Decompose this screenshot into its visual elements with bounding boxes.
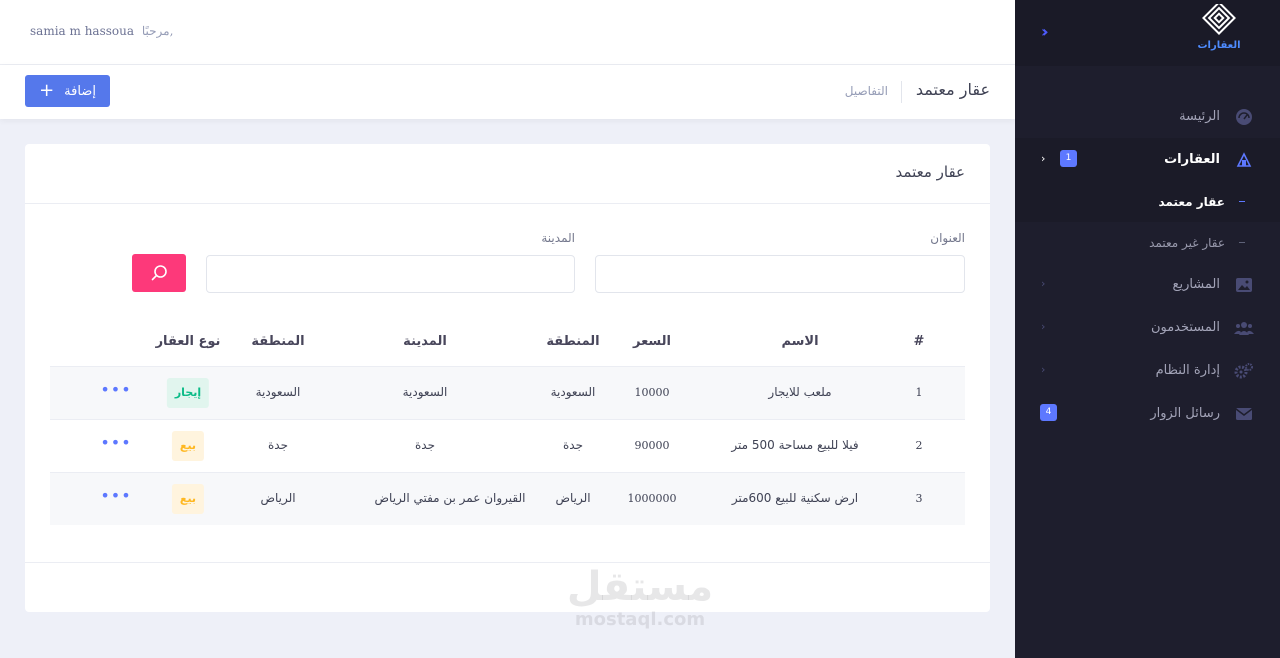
chevron-left-icon: ‹ (1041, 277, 1046, 290)
row-region: الرياض (555, 491, 591, 505)
row-index: 2 (915, 439, 923, 452)
row-region: السعودية (550, 385, 596, 399)
sidebar-item-system[interactable]: إدارة النظام ‹ (1015, 349, 1280, 392)
sidebar-subitem-approved[interactable]: عقار معتمد (1015, 181, 1280, 222)
sidebar-item-label: رسائل الزوار (1150, 406, 1220, 421)
greeting-text: مرحبًا, (141, 24, 174, 38)
chevron-left-icon: ‹ (1041, 363, 1046, 376)
sidebar-item-label: المستخدمون (1150, 320, 1220, 335)
table-row[interactable]: 2 فيلا للبيع مساحة 500 متر 90000 جدة جدة… (50, 419, 965, 472)
watermark: مستقل mostaql.com (560, 565, 720, 631)
city-filter-label: المدينة (541, 231, 575, 245)
add-button-label: إضافة (64, 83, 96, 99)
image-icon (1234, 275, 1254, 295)
row-area: جدة (267, 438, 289, 452)
buildings-icon (1234, 150, 1254, 170)
sidebar-menu: الرئيسة العقارات 1 ‹ عقار معتمد عقار غير… (1015, 95, 1280, 435)
search-button[interactable] (132, 254, 186, 292)
type-badge: بيع (171, 484, 205, 514)
card-footer (25, 562, 990, 563)
row-actions-button[interactable]: ••• (100, 380, 131, 399)
table-row[interactable]: 1 ملعب للايجار 10000 السعودية السعودية ا… (50, 366, 965, 419)
breadcrumb[interactable]: التفاصيل (845, 84, 888, 98)
row-price: 90000 (634, 439, 670, 452)
card-title: عقار معتمد (895, 163, 965, 181)
users-icon (1234, 318, 1254, 338)
top-header: samia m hassoua مرحبًا, (0, 0, 1015, 65)
sidebar-subitem-label: عقار معتمد (1158, 194, 1225, 209)
col-type: نوع العقار (155, 334, 221, 349)
sidebar-item-label: المشاريع (1172, 277, 1220, 292)
count-badge: 1 (1060, 150, 1077, 167)
col-name: الاسم (781, 334, 819, 349)
properties-table: # الاسم السعر المنطقة المدينة المنطقة نو… (50, 320, 965, 525)
sidebar-toggle-icon[interactable]: ›› (1041, 22, 1048, 41)
col-city: المدينة (403, 334, 447, 349)
city-filter-input[interactable] (206, 255, 575, 293)
row-price: 1000000 (627, 492, 677, 505)
bullet-icon (1239, 242, 1245, 243)
row-area: الرياض (260, 491, 296, 505)
col-region: المنطقة (546, 334, 600, 349)
user-name[interactable]: samia m hassoua (30, 24, 134, 38)
sidebar-item-projects[interactable]: المشاريع ‹ (1015, 263, 1280, 306)
sidebar-subitem-unapproved[interactable]: عقار غير معتمد (1015, 222, 1280, 263)
page-title: عقار معتمد (915, 80, 990, 99)
table-header: # الاسم السعر المنطقة المدينة المنطقة نو… (50, 320, 965, 366)
watermark-arabic: مستقل (566, 564, 714, 610)
row-actions-button[interactable]: ••• (100, 486, 131, 505)
row-index: 3 (915, 492, 923, 505)
logo-text: العقارات (1197, 40, 1241, 51)
watermark-latin: mostaql.com (574, 609, 706, 630)
subheader: إضافة + عقار معتمد التفاصيل (0, 65, 1015, 119)
row-name: ارض سكنية للبيع 600متر (731, 491, 859, 505)
row-actions-button[interactable]: ••• (100, 433, 131, 452)
row-name: ملعب للايجار (768, 385, 832, 399)
sidebar: العقارات ›› الرئيسة العقارات 1 ‹ عقار مع… (1015, 0, 1280, 658)
gears-icon (1234, 361, 1254, 381)
sidebar-item-label: العقارات (1164, 152, 1220, 167)
bullet-icon (1239, 201, 1245, 202)
type-badge: إيجار (166, 378, 210, 408)
row-area: السعودية (255, 385, 301, 399)
row-city: السعودية (402, 385, 448, 399)
title-filter-input[interactable] (595, 255, 965, 293)
dashboard-icon (1234, 107, 1254, 127)
col-index: # (913, 334, 925, 349)
search-icon (151, 265, 167, 281)
chevron-down-icon: ‹ (1041, 152, 1046, 165)
sidebar-subitem-label: عقار غير معتمد (1149, 235, 1225, 250)
add-button[interactable]: إضافة + (25, 75, 110, 107)
plus-icon: + (39, 80, 55, 101)
row-index: 1 (915, 386, 923, 399)
sidebar-item-users[interactable]: المستخدمون ‹ (1015, 306, 1280, 349)
row-region: جدة (562, 438, 584, 452)
row-price: 10000 (634, 386, 670, 399)
table-row[interactable]: 3 ارض سكنية للبيع 600متر 1000000 الرياض … (50, 472, 965, 525)
sidebar-item-label: إدارة النظام (1155, 363, 1220, 378)
user-greeting[interactable]: samia m hassoua مرحبًا, (30, 24, 173, 38)
properties-card: عقار معتمد العنوان المدينة # الاسم السعر… (25, 144, 990, 612)
count-badge: 4 (1040, 404, 1057, 421)
sidebar-header: العقارات ›› (1015, 0, 1280, 66)
chevron-left-icon: ‹ (1041, 320, 1046, 333)
sidebar-item-messages[interactable]: رسائل الزوار 4 (1015, 392, 1280, 435)
row-name: فيلا للبيع مساحة 500 متر (731, 438, 859, 452)
col-price: السعر (633, 334, 671, 349)
divider (901, 81, 902, 103)
card-header: عقار معتمد (25, 144, 990, 204)
envelope-icon (1234, 404, 1254, 424)
title-filter-label: العنوان (930, 231, 965, 245)
col-area: المنطقة (251, 334, 305, 349)
type-badge: بيع (171, 431, 205, 461)
sidebar-item-home[interactable]: الرئيسة (1015, 95, 1280, 138)
row-city: جدة (414, 438, 436, 452)
row-city: القيروان عمر بن مفتي الرياض (374, 491, 526, 505)
sidebar-item-properties[interactable]: العقارات 1 ‹ (1015, 138, 1280, 181)
sidebar-item-label: الرئيسة (1179, 109, 1220, 124)
